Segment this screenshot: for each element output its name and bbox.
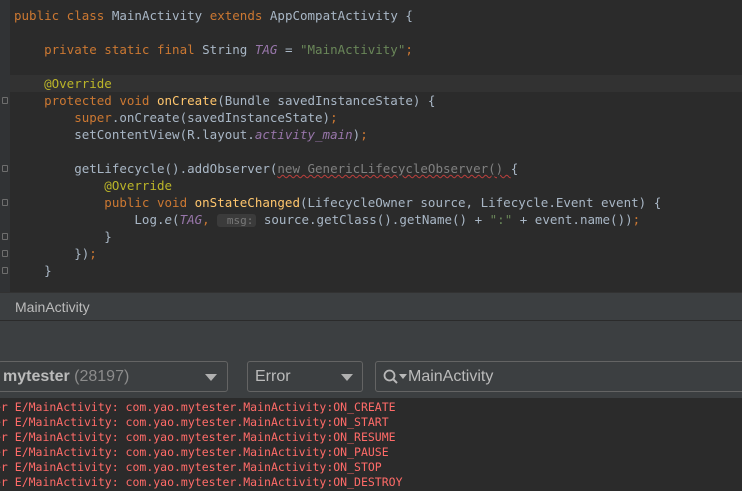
code-token: }): [14, 246, 90, 261]
code-editor[interactable]: public class MainActivity extends AppCom…: [0, 0, 742, 292]
fold-icon[interactable]: [2, 97, 8, 104]
code-token: extends: [209, 8, 270, 23]
caret-line-highlight: [10, 75, 742, 92]
code-token: }: [14, 229, 112, 244]
code-token: private static final: [14, 42, 203, 57]
editor-gutter: [0, 0, 10, 292]
log-level-value: Error: [255, 368, 291, 385]
code-token: (Bundle savedInstanceState) {: [217, 93, 436, 108]
code-token: MainActivity: [111, 8, 210, 23]
logcat-toolbar: mytester (28197) Error MainActivity: [0, 358, 742, 398]
code-token: protected void: [14, 93, 157, 108]
breadcrumb[interactable]: MainActivity: [15, 299, 90, 315]
code-token: {: [510, 161, 519, 176]
code-token: ;: [330, 110, 338, 125]
code-token: activity_main: [254, 127, 353, 142]
code-line: @Override: [14, 75, 112, 92]
process-name: mytester: [3, 368, 70, 385]
chevron-down-icon: [341, 374, 353, 381]
code-token: ;: [360, 127, 368, 142]
code-line: }: [14, 262, 52, 279]
code-token: + event.name()): [512, 212, 633, 227]
code-line: super.onCreate(savedInstanceState);: [14, 109, 338, 126]
code-line: @Override: [14, 177, 172, 194]
code-token: public class: [14, 8, 112, 23]
code-token: ;: [89, 246, 97, 261]
code-token: }: [14, 263, 52, 278]
code-line: getLifecycle().addObserver(new GenericLi…: [14, 160, 518, 177]
code-token: .onCreate(savedInstanceState): [111, 110, 331, 125]
fold-icon[interactable]: [2, 267, 8, 274]
search-input[interactable]: MainActivity: [408, 362, 493, 391]
code-token: "MainActivity": [300, 42, 406, 57]
log-line: er E/MainActivity: com.yao.mytester.Main…: [0, 475, 403, 489]
code-token: setContentView(R.layout.: [14, 127, 255, 142]
code-token: (: [172, 212, 180, 227]
code-token: new GenericLifecycleObserver(): [277, 161, 511, 176]
code-token: onStateChanged: [194, 195, 300, 210]
process-label: mytester (28197): [3, 362, 129, 391]
logcat-output[interactable]: er E/MainActivity: com.yao.mytester.Main…: [0, 398, 742, 491]
log-line: er E/MainActivity: com.yao.mytester.Main…: [0, 415, 389, 429]
log-line: er E/MainActivity: com.yao.mytester.Main…: [0, 460, 382, 474]
code-line: });: [14, 245, 97, 262]
logcat-search-field[interactable]: MainActivity: [375, 361, 742, 392]
process-select[interactable]: mytester (28197): [0, 361, 228, 392]
log-line: er E/MainActivity: com.yao.mytester.Main…: [0, 430, 396, 444]
code-line: protected void onCreate(Bundle savedInst…: [14, 92, 435, 109]
code-token: TAG: [179, 212, 203, 227]
code-line: public void onStateChanged(LifecycleOwne…: [14, 194, 661, 211]
panel-divider: [0, 350, 742, 358]
code-token: e: [164, 212, 173, 227]
code-token: ;: [632, 212, 641, 227]
log-line: er E/MainActivity: com.yao.mytester.Main…: [0, 400, 396, 414]
code-token: @Override: [14, 76, 112, 91]
code-token: ,: [202, 212, 218, 227]
code-token: Log.: [14, 212, 165, 227]
log-line: er E/MainActivity: com.yao.mytester.Main…: [0, 445, 389, 459]
code-line: public class MainActivity extends AppCom…: [14, 7, 413, 24]
code-line: private static final String TAG = "MainA…: [14, 41, 413, 58]
breadcrumb-bar: MainActivity: [0, 292, 742, 320]
fold-icon[interactable]: [2, 233, 8, 240]
search-icon: [383, 369, 407, 384]
process-pid: (28197): [74, 368, 130, 385]
code-token: TAG: [254, 42, 278, 57]
code-token: @Override: [14, 178, 173, 193]
code-token: source.getClass().getName() +: [256, 212, 490, 227]
code-token: getLifecycle().addObserver(: [14, 161, 278, 176]
code-token: ":": [489, 212, 513, 227]
code-line: setContentView(R.layout.activity_main);: [14, 126, 368, 143]
fold-icon[interactable]: [2, 250, 8, 257]
panel-divider: [0, 320, 742, 351]
fold-icon[interactable]: [2, 199, 8, 206]
code-token: super: [14, 110, 112, 125]
code-token: public void: [14, 195, 195, 210]
parameter-hint: msg:: [217, 214, 257, 227]
code-token: ;: [405, 42, 413, 57]
fold-icon[interactable]: [2, 165, 8, 172]
chevron-down-icon: [205, 374, 217, 381]
code-line: Log.e(TAG, msg: source.getClass().getNam…: [14, 211, 640, 228]
log-level-select[interactable]: Error: [247, 361, 363, 392]
code-token: (LifecycleOwner source, Lifecycle.Event …: [299, 195, 662, 210]
code-token: =: [277, 42, 300, 57]
code-token: AppCompatActivity {: [269, 8, 413, 23]
code-token: String: [202, 42, 255, 57]
code-token: onCreate: [157, 93, 218, 108]
code-line: }: [14, 228, 112, 245]
